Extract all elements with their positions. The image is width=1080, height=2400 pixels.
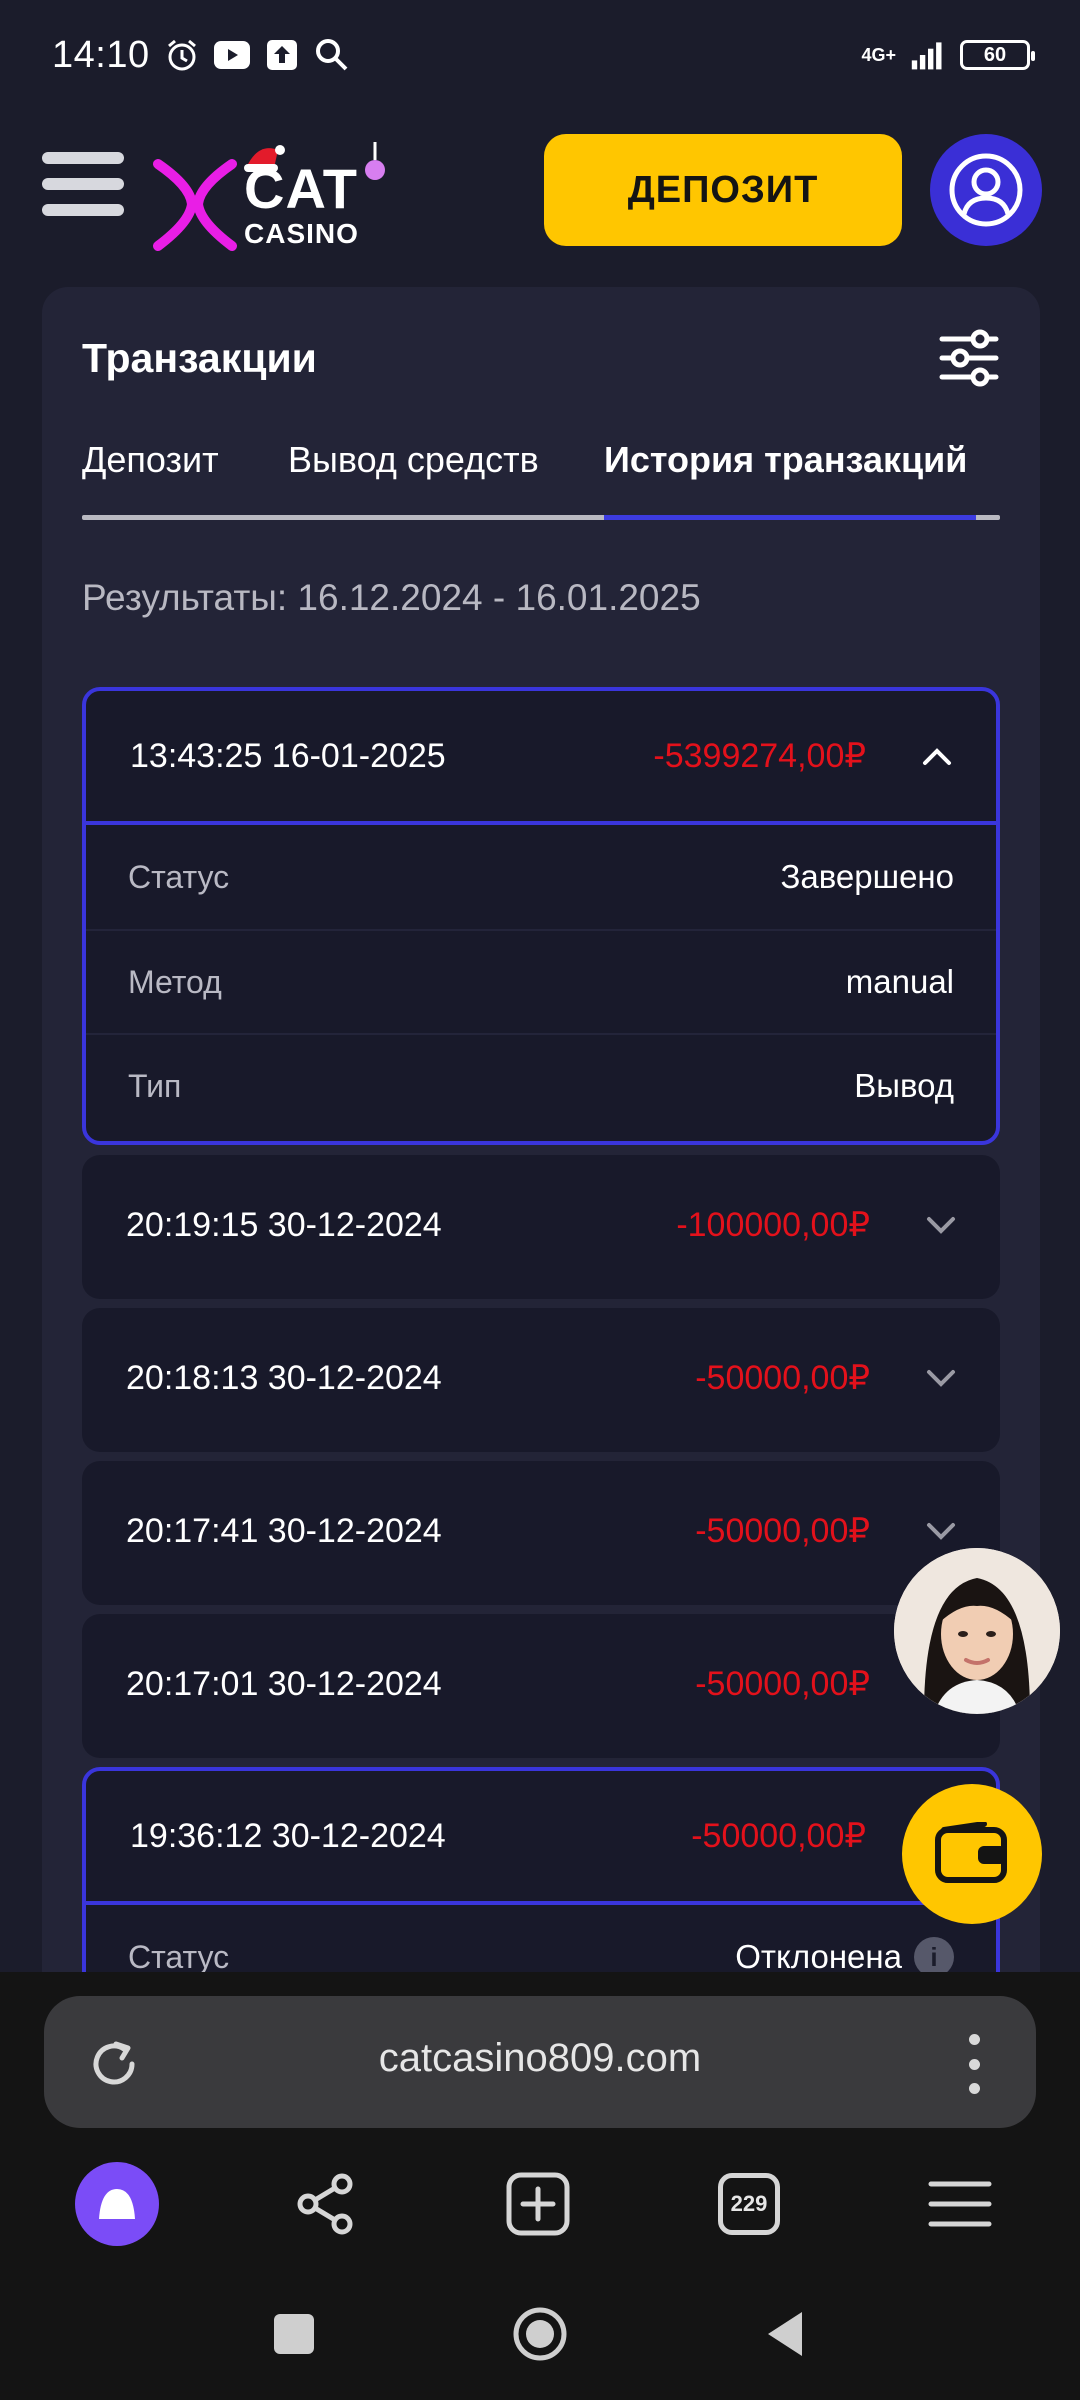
support-agent-photo [894,1548,1060,1714]
youtube-icon [213,37,250,73]
address-bar[interactable]: catcasino809.com [44,1996,1036,2128]
transaction-header[interactable]: 20:18:13 30-12-2024 -50000,00₽ [82,1308,1000,1448]
profile-avatar-button[interactable] [930,134,1042,246]
page-title: Транзакции [82,335,317,381]
detail-row-method: Метод manual [86,929,996,1033]
transaction-header[interactable]: 20:17:01 30-12-2024 -50000,00₽ [82,1614,1000,1754]
cat-casino-logo[interactable]: CAT CASINO [152,142,392,252]
transaction-amount: -50000,00₽ [695,1512,870,1550]
active-tab-indicator [604,515,976,520]
transaction-header[interactable]: 20:17:41 30-12-2024 -50000,00₽ [82,1461,1000,1601]
ornament-icon [365,142,385,180]
transaction-item[interactable]: 20:18:13 30-12-2024 -50000,00₽ [82,1308,1000,1452]
site-header: CAT CASINO ДЕПОЗИТ [0,130,1080,252]
detail-value: Вывод [854,1067,954,1104]
browser-toolbar: 229 [0,2162,1080,2262]
upload-icon [264,37,300,73]
transaction-item[interactable]: 20:19:15 30-12-2024 -100000,00₽ [82,1155,1000,1299]
detail-label: Метод [128,963,222,1000]
transaction-amount: -100000,00₽ [676,1206,870,1244]
transaction-header[interactable]: 19:36:12 30-12-2024 -50000,00₽ [86,1771,996,1905]
alice-assistant-icon[interactable] [75,2162,159,2246]
transaction-datetime: 13:43:25 16-01-2025 [130,736,446,775]
transaction-item: 13:43:25 16-01-2025 -5399274,00₽ Статус … [82,687,1000,1145]
transaction-header[interactable]: 13:43:25 16-01-2025 -5399274,00₽ [86,691,996,825]
transaction-datetime: 19:36:12 30-12-2024 [130,1816,446,1855]
detail-row-status: Статус Завершено [86,825,996,929]
filter-settings-icon[interactable] [938,327,1000,389]
system-navigation-bar [0,2292,1080,2392]
share-icon[interactable] [284,2162,368,2246]
more-options-icon[interactable] [964,2034,984,2094]
transaction-datetime: 20:19:15 30-12-2024 [126,1205,442,1244]
transaction-amount: -50000,00₽ [695,1665,870,1703]
transaction-item: 19:36:12 30-12-2024 -50000,00₽ Статус От… [82,1767,1000,2007]
chevron-down-icon[interactable] [926,1210,956,1240]
detail-value: manual [845,963,954,1000]
browser-chrome: catcasino809.com 229 [0,1972,1080,2400]
transaction-amount: -50000,00₽ [695,1359,870,1397]
detail-label: Статус [128,858,230,895]
user-icon [949,153,1023,227]
logo-text-cat: CAT [244,157,358,220]
transaction-datetime: 20:18:13 30-12-2024 [126,1358,442,1397]
url-text[interactable]: catcasino809.com [44,2036,1036,2081]
new-tab-icon[interactable] [496,2162,580,2246]
deposit-button[interactable]: ДЕПОЗИТ [544,134,902,246]
search-icon [314,37,350,73]
detail-value: Завершено [780,858,954,895]
chevron-up-icon[interactable] [922,741,952,771]
transaction-item[interactable]: 20:17:41 30-12-2024 -50000,00₽ [82,1461,1000,1605]
recent-apps-icon[interactable] [266,2306,322,2362]
home-icon[interactable] [512,2306,568,2362]
detail-value-with-info: Отклонена i [735,1937,954,1977]
tab-history[interactable]: История транзакций [604,439,967,481]
menu-icon[interactable] [42,152,124,224]
status-bar: 14:10 4G+ 60 [0,0,1080,110]
detail-label: Тип [128,1067,182,1104]
alarm-icon [164,37,200,73]
battery-level: 60 [983,43,1007,66]
signal-icon [910,37,946,73]
transactions-panel: Транзакции Депозит Вывод средств История… [42,287,1040,2007]
transaction-header[interactable]: 20:19:15 30-12-2024 -100000,00₽ [82,1155,1000,1295]
detail-row-type: Тип Вывод [86,1033,996,1137]
back-icon[interactable] [758,2306,814,2362]
transaction-details: Статус Завершено Метод manual Тип Вывод [86,825,996,1137]
wallet-icon [935,1822,1007,1883]
detail-label: Статус [128,1938,230,1975]
transaction-item[interactable]: 20:17:01 30-12-2024 -50000,00₽ [82,1614,1000,1758]
transaction-datetime: 20:17:01 30-12-2024 [126,1664,442,1703]
logo-text-casino: CASINO [244,218,359,249]
transaction-amount: -50000,00₽ [691,1817,866,1855]
detail-value: Отклонена [735,1938,902,1975]
chevron-down-icon[interactable] [926,1516,956,1546]
logo-mark-icon [153,159,237,251]
info-icon[interactable]: i [914,1937,954,1977]
status-time: 14:10 [52,33,150,76]
tabs-count-badge: 229 [718,2173,780,2235]
transaction-amount: -5399274,00₽ [653,737,866,775]
chevron-down-icon[interactable] [926,1363,956,1393]
browser-menu-icon[interactable] [918,2162,1002,2246]
network-label: 4G+ [861,44,896,65]
transaction-datetime: 20:17:41 30-12-2024 [126,1511,442,1550]
wallet-button[interactable] [902,1784,1042,1924]
tab-deposit[interactable]: Депозит [82,439,219,481]
battery-indicator: 60 [960,40,1035,70]
results-date-range: Результаты: 16.12.2024 - 16.01.2025 [82,577,701,618]
support-chat-avatar[interactable] [894,1548,1060,1714]
tabs-switcher-button[interactable]: 229 [707,2162,791,2246]
transaction-tabs: Депозит Вывод средств История транзакций [82,439,1000,511]
tab-withdrawal[interactable]: Вывод средств [288,439,539,481]
